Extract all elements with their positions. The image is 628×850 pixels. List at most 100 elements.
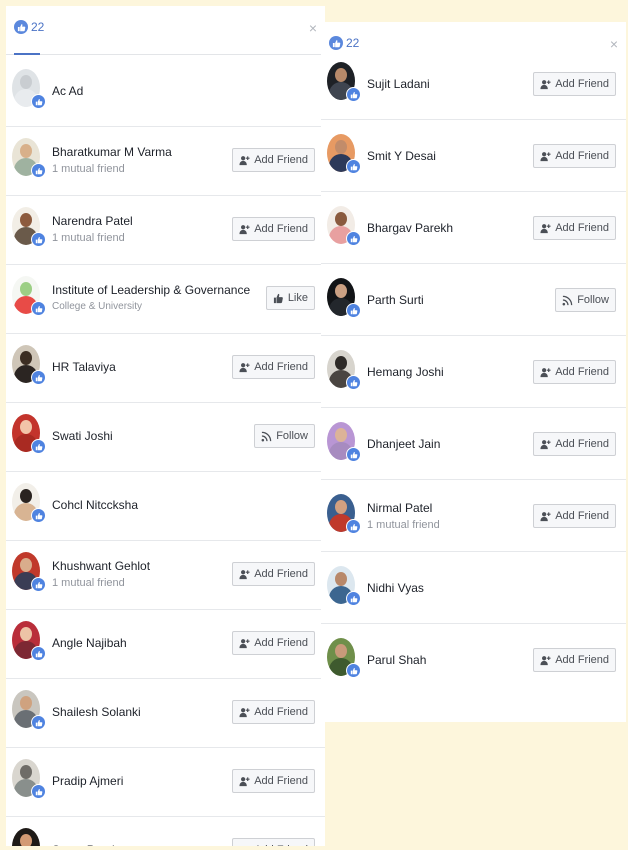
button-label: Add Friend — [555, 78, 609, 90]
avatar[interactable] — [327, 566, 361, 606]
like-reaction-icon — [31, 646, 46, 661]
add-friend-button[interactable]: Add Friend — [232, 355, 315, 379]
reactor-info: Sujit Ladani — [367, 48, 430, 119]
reactor-name[interactable]: Narendra Patel — [52, 214, 133, 228]
add-friend-button[interactable]: Add Friend — [232, 562, 315, 586]
avatar[interactable] — [12, 138, 46, 178]
reactor-info: Dhanjeet Jain — [367, 408, 440, 479]
button-label: Follow — [577, 294, 609, 306]
reactor-name[interactable]: Smit Y Desai — [367, 149, 436, 163]
add-friend-button[interactable]: Add Friend — [232, 217, 315, 241]
add-friend-icon — [239, 707, 250, 718]
add-friend-icon — [239, 776, 250, 787]
avatar[interactable] — [327, 134, 361, 174]
avatar[interactable] — [327, 422, 361, 462]
add-friend-button[interactable]: Add Friend — [533, 72, 616, 96]
avatar[interactable] — [12, 621, 46, 661]
reactor-name[interactable]: Dhanjeet Jain — [367, 437, 440, 451]
like-reaction-icon — [31, 232, 46, 247]
reactor-name[interactable]: Parth Surti — [367, 293, 424, 307]
add-friend-icon — [239, 638, 250, 649]
reactor-row: Institute of Leadership & Governance Coll… — [6, 262, 325, 334]
button-label: Add Friend — [254, 223, 308, 235]
reactor-name[interactable]: Sujit Ladani — [367, 77, 430, 91]
like-reaction-icon — [31, 370, 46, 385]
reactor-name[interactable]: Sanat Pandya — [52, 843, 127, 847]
reactor-name[interactable]: Bharatkumar M Varma — [52, 145, 172, 159]
add-friend-button[interactable]: Add Friend — [232, 700, 315, 724]
add-friend-button[interactable]: Add Friend — [232, 148, 315, 172]
avatar[interactable] — [327, 206, 361, 246]
button-label: Add Friend — [254, 637, 308, 649]
avatar[interactable] — [327, 638, 361, 678]
all-reactions-tab[interactable]: 22 — [14, 20, 45, 55]
reactor-name[interactable]: Shailesh Solanki — [52, 705, 141, 719]
avatar[interactable] — [12, 69, 46, 109]
reactor-name[interactable]: Nirmal Patel — [367, 501, 440, 515]
like-button[interactable]: Like — [265, 286, 315, 310]
reactor-info: Smit Y Desai — [367, 120, 436, 191]
reactor-info: Angle Najibah — [52, 607, 127, 678]
avatar[interactable] — [12, 207, 46, 247]
avatar[interactable] — [327, 62, 361, 102]
reactor-row: Dhanjeet Jain Add Friend — [321, 408, 626, 480]
reactor-info: Sanat Pandya — [52, 814, 127, 847]
like-reaction-icon — [31, 577, 46, 592]
reactor-name[interactable]: Parul Shah — [367, 653, 426, 667]
reactor-row: Angle Najibah Add Friend — [6, 607, 325, 679]
rss-icon — [562, 295, 573, 306]
add-friend-button[interactable]: Add Friend — [533, 216, 616, 240]
reactor-name[interactable]: Pradip Ajmeri — [52, 774, 123, 788]
follow-button[interactable]: Follow — [254, 424, 315, 448]
reactor-name[interactable]: Hemang Joshi — [367, 365, 444, 379]
button-label: Add Friend — [555, 222, 609, 234]
reactor-name[interactable]: Angle Najibah — [52, 636, 127, 650]
add-friend-button[interactable]: Add Friend — [232, 631, 315, 655]
avatar[interactable] — [12, 483, 46, 523]
button-label: Add Friend — [555, 510, 609, 522]
reactor-info: Narendra Patel 1 mutual friend — [52, 193, 133, 264]
add-friend-icon — [239, 569, 250, 580]
add-friend-button[interactable]: Add Friend — [232, 769, 315, 793]
avatar[interactable] — [12, 414, 46, 454]
add-friend-icon — [540, 367, 551, 378]
avatar[interactable] — [12, 552, 46, 592]
add-friend-button[interactable]: Add Friend — [533, 432, 616, 456]
add-friend-button[interactable]: Add Friend — [533, 360, 616, 384]
avatar[interactable] — [327, 278, 361, 318]
button-label: Add Friend — [254, 844, 308, 846]
like-reaction-icon — [346, 303, 361, 318]
close-button[interactable]: × — [309, 20, 317, 36]
reactor-name[interactable]: Cohcl Nitccksha — [52, 498, 138, 512]
reactor-name[interactable]: Bhargav Parekh — [367, 221, 453, 235]
reactor-subtitle: 1 mutual friend — [52, 576, 125, 589]
avatar[interactable] — [12, 759, 46, 799]
follow-button[interactable]: Follow — [555, 288, 616, 312]
avatar[interactable] — [12, 828, 40, 846]
reactor-row: HR Talaviya Add Friend — [6, 331, 325, 403]
reactor-name[interactable]: Swati Joshi — [52, 429, 113, 443]
add-friend-icon — [540, 655, 551, 666]
avatar[interactable] — [12, 690, 46, 730]
add-friend-button[interactable]: Add Friend — [533, 504, 616, 528]
reactor-name[interactable]: Khushwant Gehlot — [52, 559, 150, 573]
avatar[interactable] — [327, 494, 361, 534]
add-friend-button[interactable]: Add Friend — [533, 648, 616, 672]
avatar[interactable] — [327, 350, 361, 390]
reaction-count: 22 — [31, 20, 45, 34]
like-reaction-icon — [346, 159, 361, 174]
reactor-name[interactable]: Ac Ad — [52, 84, 83, 98]
reactor-info: Nirmal Patel 1 mutual friend — [367, 480, 440, 551]
reactor-name[interactable]: HR Talaviya — [52, 360, 116, 374]
reactor-name[interactable]: Institute of Leadership & Governance — [52, 283, 250, 297]
like-reaction-icon — [14, 20, 28, 34]
reactor-name[interactable]: Nidhi Vyas — [367, 581, 424, 595]
add-friend-icon — [540, 79, 551, 90]
reactor-row: Bhargav Parekh Add Friend — [321, 192, 626, 264]
avatar[interactable] — [12, 345, 46, 385]
like-reaction-icon — [31, 163, 46, 178]
avatar[interactable] — [12, 276, 46, 316]
add-friend-button[interactable]: Add Friend — [533, 144, 616, 168]
add-friend-button[interactable]: Add Friend — [232, 838, 315, 846]
like-reaction-icon — [31, 94, 46, 109]
